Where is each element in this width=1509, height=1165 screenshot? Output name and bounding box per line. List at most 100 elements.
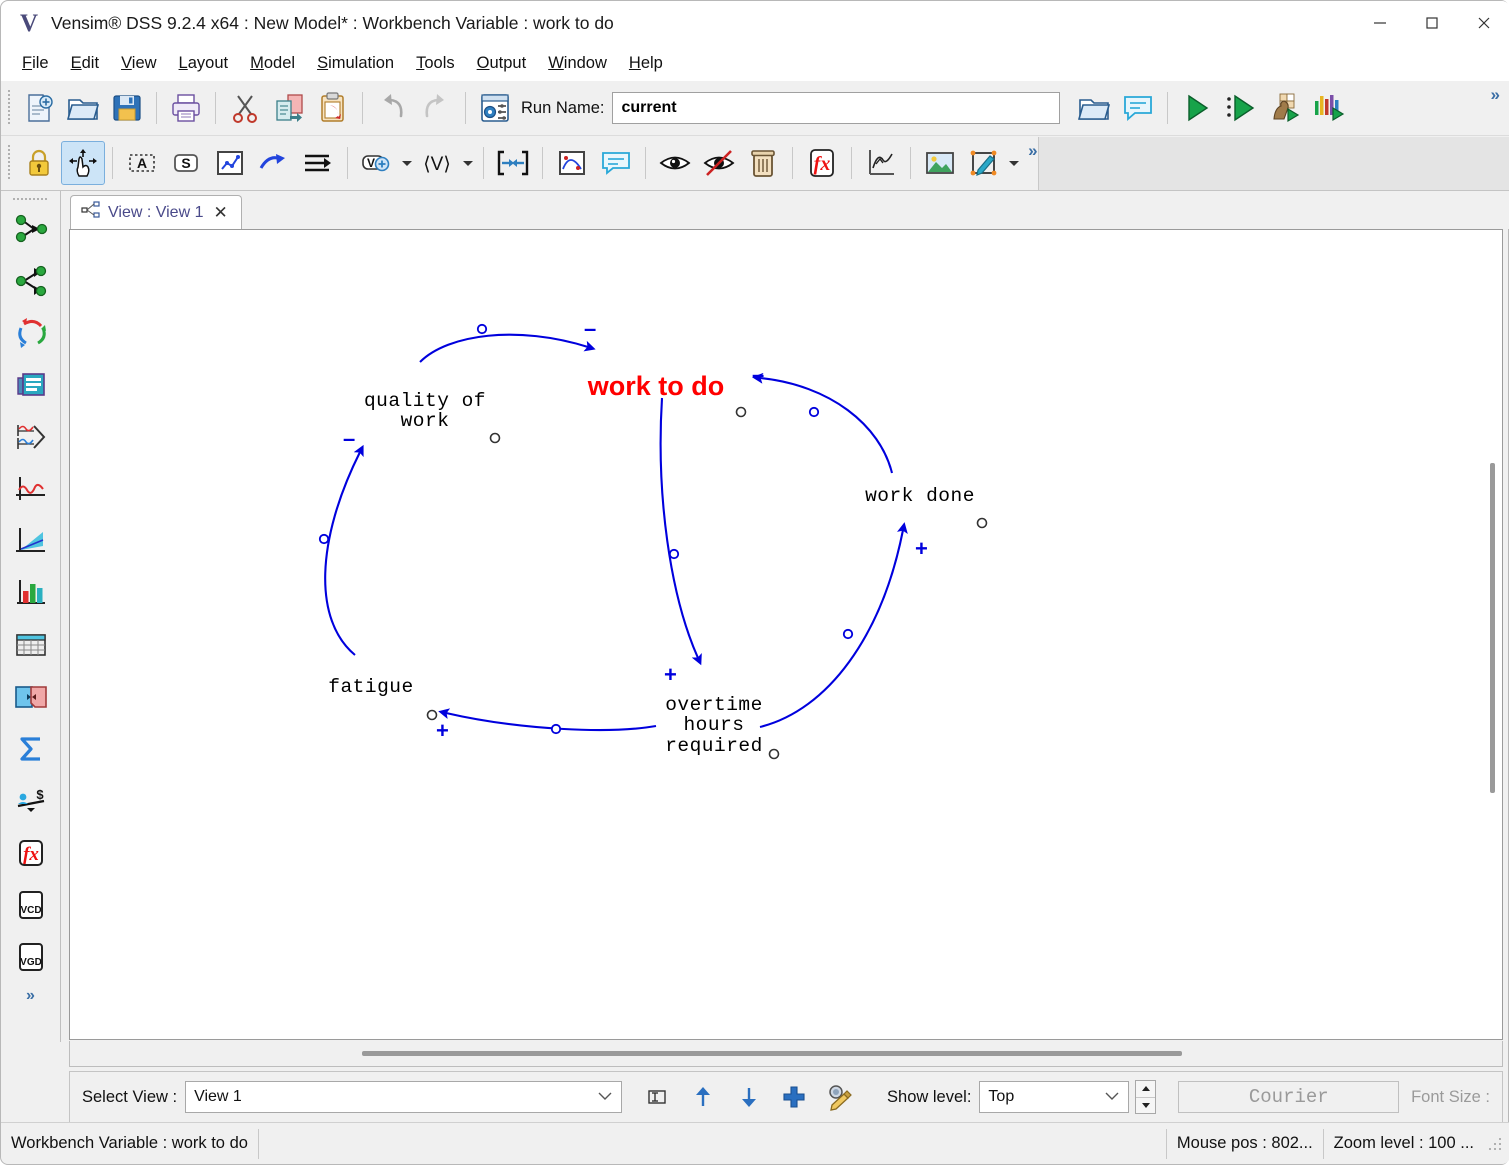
sketch-comment-icon[interactable]: ⟨V⟩ — [415, 141, 459, 185]
menu-help[interactable]: Help — [618, 50, 674, 77]
paste-icon[interactable] — [311, 86, 355, 130]
sketch-toolbar-overflow-chevron[interactable]: » — [1028, 141, 1037, 160]
delete-icon[interactable] — [741, 141, 785, 185]
equal-spacing-icon[interactable] — [296, 141, 340, 185]
redo-icon[interactable] — [414, 86, 458, 130]
tab-view-1[interactable]: View : View 1 ✕ — [70, 195, 242, 229]
run-game-icon[interactable] — [1263, 86, 1307, 130]
vertical-scrollbar-thumb[interactable] — [1490, 463, 1495, 793]
chevron-down-icon[interactable] — [399, 141, 415, 185]
cut-icon[interactable] — [223, 86, 267, 130]
shadow-variable-icon[interactable]: S — [164, 141, 208, 185]
toolbar-grip[interactable] — [5, 90, 13, 126]
menu-layout[interactable]: Layout — [168, 50, 240, 77]
show-icon[interactable] — [653, 141, 697, 185]
diagram-canvas[interactable]: – – + + – + quality of work — [69, 229, 1503, 1040]
copy-icon[interactable] — [267, 86, 311, 130]
sketch-edit-icon[interactable] — [962, 141, 1006, 185]
table-icon[interactable] — [6, 619, 56, 671]
variable-anchor-handle[interactable] — [737, 408, 746, 417]
menu-simulation[interactable]: Simulation — [306, 50, 405, 77]
link-quality-of-work-to-work-to-do[interactable] — [420, 335, 588, 362]
document-icon[interactable] — [6, 359, 56, 411]
horizontal-scrollbar[interactable] — [69, 1041, 1503, 1067]
vcd-icon[interactable]: VCD — [6, 879, 56, 931]
load-run-icon[interactable] — [1072, 86, 1116, 130]
show-level-spinner[interactable] — [1135, 1080, 1157, 1114]
move-size-icon[interactable] — [61, 141, 105, 185]
variable-anchor-handle[interactable] — [978, 519, 987, 528]
function-icon[interactable]: fx — [6, 827, 56, 879]
reference-modes-icon[interactable] — [859, 141, 903, 185]
link-handle[interactable] — [844, 630, 852, 638]
link-fatigue-to-quality-of-work[interactable] — [325, 452, 360, 655]
link-handle[interactable] — [320, 535, 328, 543]
variable-quality-of-work[interactable]: quality of work — [364, 390, 500, 443]
lock-icon[interactable] — [17, 141, 61, 185]
chevron-down-icon[interactable] — [1006, 141, 1022, 185]
resize-grip-icon[interactable] — [1488, 1136, 1504, 1152]
variable-anchor-handle[interactable] — [491, 434, 500, 443]
maximize-button[interactable] — [1406, 1, 1458, 45]
new-model-icon[interactable] — [17, 86, 61, 130]
simulation-setup-icon[interactable] — [473, 86, 517, 130]
menu-edit[interactable]: Edit — [60, 50, 110, 77]
menu-view[interactable]: View — [110, 50, 167, 77]
image-icon[interactable] — [918, 141, 962, 185]
edit-view-icon[interactable] — [817, 1075, 863, 1119]
link-handle[interactable] — [810, 408, 818, 416]
uses-tree-icon[interactable] — [6, 255, 56, 307]
menu-window[interactable]: Window — [537, 50, 618, 77]
select-view-dropdown[interactable]: View 1 — [185, 1081, 622, 1113]
link-overtime-hours-to-fatigue[interactable] — [446, 713, 656, 730]
toolbar-overflow-chevron[interactable]: » — [1491, 85, 1500, 105]
menu-output[interactable]: Output — [466, 50, 538, 77]
link-handle[interactable] — [552, 725, 560, 733]
show-level-dropdown[interactable]: Top — [979, 1081, 1128, 1113]
runs-compare-icon[interactable] — [6, 671, 56, 723]
chevron-down-icon[interactable] — [459, 141, 475, 185]
open-model-icon[interactable] — [61, 86, 105, 130]
causes-tree-icon[interactable] — [6, 203, 56, 255]
equation-icon[interactable]: fx — [800, 141, 844, 185]
move-view-down-icon[interactable] — [726, 1075, 772, 1119]
sensitivity-graph-icon[interactable] — [6, 515, 56, 567]
spinner-up-icon[interactable] — [1136, 1081, 1156, 1098]
causes-strip-icon[interactable] — [6, 411, 56, 463]
variable-anchor-handle[interactable] — [770, 750, 779, 759]
sidebar-overflow-chevron[interactable]: » — [26, 987, 35, 1005]
vertical-scrollbar[interactable] — [1484, 231, 1501, 1040]
menu-model[interactable]: Model — [239, 50, 306, 77]
reference-mode-icon[interactable] — [550, 141, 594, 185]
payoff-icon[interactable]: $ — [6, 775, 56, 827]
merge-icon[interactable] — [491, 141, 535, 185]
vgd-icon[interactable]: VGD — [6, 931, 56, 983]
run-comment-icon[interactable] — [1116, 86, 1160, 130]
graph-icon[interactable] — [6, 463, 56, 515]
sidebar-grip[interactable] — [13, 194, 49, 203]
close-icon[interactable]: ✕ — [210, 203, 230, 223]
run-simulation-icon[interactable] — [1175, 86, 1219, 130]
menu-tools[interactable]: Tools — [405, 50, 466, 77]
rate-flow-icon[interactable] — [208, 141, 252, 185]
add-loop-icon[interactable]: V — [355, 141, 399, 185]
minimize-button[interactable] — [1354, 1, 1406, 45]
run-synthesim-icon[interactable] — [1219, 86, 1263, 130]
sketch-toolbar-grip[interactable] — [5, 145, 13, 181]
link-handle[interactable] — [670, 550, 678, 558]
undo-icon[interactable] — [370, 86, 414, 130]
bar-graph-icon[interactable] — [6, 567, 56, 619]
variable-work-done[interactable]: work done — [865, 485, 986, 528]
variable-work-to-do[interactable]: work to do — [587, 371, 746, 417]
causal-loop-diagram[interactable]: – – + + – + quality of work — [70, 230, 1503, 1040]
variable-anchor-handle[interactable] — [428, 711, 437, 720]
run-sensitivity-icon[interactable] — [1307, 86, 1351, 130]
arrow-icon[interactable] — [252, 141, 296, 185]
variable-box-icon[interactable]: A — [120, 141, 164, 185]
sum-stats-icon[interactable] — [6, 723, 56, 775]
move-view-up-icon[interactable] — [680, 1075, 726, 1119]
add-view-icon[interactable] — [772, 1075, 818, 1119]
save-model-icon[interactable] — [105, 86, 149, 130]
close-button[interactable] — [1458, 1, 1509, 45]
spinner-down-icon[interactable] — [1136, 1098, 1156, 1114]
